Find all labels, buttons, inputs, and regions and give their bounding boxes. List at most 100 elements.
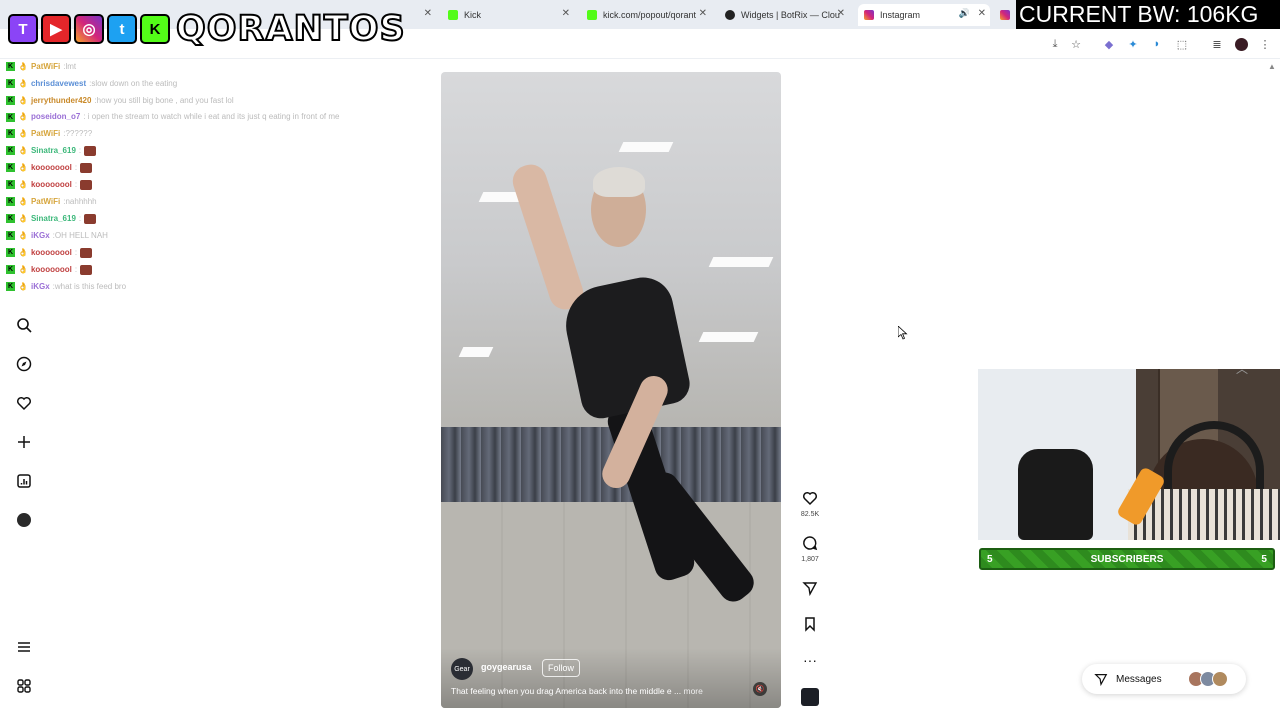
chat-text: lmt xyxy=(65,62,77,71)
hair xyxy=(593,167,645,197)
kick-badge-icon: K xyxy=(6,248,15,257)
kick-badge-icon: K xyxy=(6,129,15,138)
chat-username: koooooool xyxy=(30,265,72,274)
chat-message: K 👌 PatWiFi: ?????? xyxy=(6,125,346,142)
sub-count-right: 5 xyxy=(1261,553,1267,565)
ok-hand-badge-icon: 👌 xyxy=(18,248,28,257)
tab-close-icon[interactable]: ✕ xyxy=(837,8,845,19)
tab-label: Kick xyxy=(464,10,482,20)
reel-video[interactable]: Gear goygearusa Follow That feeling when… xyxy=(441,72,781,708)
author-username[interactable]: goygearusa xyxy=(481,662,532,672)
explore-icon[interactable] xyxy=(14,354,34,374)
screen: { "browser": { "tabs": [ {"label": "", "… xyxy=(0,0,1280,720)
ceiling-light xyxy=(618,142,674,152)
chat-message: K 👌 poseidon_o7: i open the stream to watc… xyxy=(6,109,346,125)
save-icon[interactable] xyxy=(800,614,820,634)
ok-hand-badge-icon: 👌 xyxy=(18,282,28,291)
tab-close-icon[interactable]: ✕ xyxy=(424,8,432,19)
kick-icon xyxy=(448,10,458,20)
scrollbar-up-arrow-icon[interactable]: ▲ xyxy=(1268,62,1276,71)
chat-text: ?????? xyxy=(65,129,93,138)
kick-badge-icon: K xyxy=(6,96,15,105)
kick-icon xyxy=(587,10,597,20)
tab-kick[interactable]: Kick ✕ xyxy=(448,4,574,26)
tab-instagram[interactable]: Instagram 🔊 ✕ xyxy=(858,4,990,26)
puzzle-icon[interactable]: ⬚ xyxy=(1175,37,1189,51)
also-from-meta-icon[interactable] xyxy=(14,676,34,696)
heart-icon[interactable] xyxy=(14,393,34,413)
tab-close-icon[interactable]: ✕ xyxy=(978,8,986,19)
chat-username: jerrythunder420 xyxy=(30,96,92,105)
chat-message: K 👌 Sinatra_619: xyxy=(6,210,346,227)
more-menu-icon[interactable] xyxy=(14,637,34,657)
emote-icon xyxy=(80,162,93,173)
menu-icon[interactable]: ⋮ xyxy=(1258,37,1272,51)
kick-badge-icon: K xyxy=(6,214,15,223)
create-icon[interactable] xyxy=(14,432,34,452)
raised-arm xyxy=(508,160,588,314)
extension-icon[interactable]: ◆ xyxy=(1102,37,1116,51)
chat-message: K 👌 Sinatra_619: xyxy=(6,142,346,159)
chat-text: i open the stream to watch while i eat a… xyxy=(87,112,340,121)
chat-username: koooooool xyxy=(30,248,72,257)
profile-avatar[interactable] xyxy=(1234,37,1248,51)
caption: That feeling when you drag America back … xyxy=(451,686,703,696)
tab-close-icon[interactable]: ✕ xyxy=(562,8,570,19)
more-options-icon[interactable]: ··· xyxy=(800,650,820,670)
chat-message: K 👌 PatWiFi: nahhhhh xyxy=(6,193,346,210)
chat-username: Sinatra_619 xyxy=(30,214,76,223)
tab-close-icon[interactable]: ✕ xyxy=(699,8,707,19)
kick-badge-icon: K xyxy=(6,231,15,240)
speaker-icon[interactable]: 🔊 xyxy=(959,8,970,19)
kick-badge-icon: K xyxy=(6,79,15,88)
tab-kick-popout[interactable]: kick.com/popout/qorant ✕ xyxy=(587,4,711,26)
profile-icon[interactable] xyxy=(14,510,34,530)
messages-button[interactable]: Messages xyxy=(1082,664,1246,694)
dashboard-icon[interactable] xyxy=(14,471,34,491)
chat-username: PatWiFi xyxy=(30,197,61,206)
ok-hand-badge-icon: 👌 xyxy=(18,112,28,121)
mouse-cursor-icon xyxy=(898,326,908,340)
comment-count: 1,807 xyxy=(801,556,819,563)
mute-icon[interactable]: 🔇 xyxy=(753,682,767,696)
chat-text: what is this feed bro xyxy=(54,282,127,291)
chat-text: slow down on the eating xyxy=(91,79,178,88)
like-icon[interactable] xyxy=(800,488,820,508)
ok-hand-badge-icon: 👌 xyxy=(18,214,28,223)
chat-username: poseidon_o7 xyxy=(30,112,81,121)
follow-button[interactable]: Follow xyxy=(542,659,581,677)
bookmark-star-icon[interactable]: ☆ xyxy=(1069,37,1083,51)
kick-badge-icon: K xyxy=(6,180,15,189)
share-icon[interactable] xyxy=(800,578,820,598)
twitch-icon: T xyxy=(8,14,38,44)
emote-icon xyxy=(80,264,93,275)
sidebar-icon[interactable]: ≣ xyxy=(1210,37,1224,51)
more-link[interactable]: more xyxy=(683,686,702,696)
emote-icon xyxy=(80,179,93,190)
chat-message: K 👌 koooooool: xyxy=(6,176,346,193)
instagram-icon xyxy=(1000,10,1010,20)
tab-instagram-2[interactable] xyxy=(1000,4,1014,26)
author-avatar[interactable]: Gear xyxy=(451,658,473,680)
install-icon[interactable]: ⤓ xyxy=(1048,37,1062,51)
ok-hand-badge-icon: 👌 xyxy=(18,62,28,71)
chat-separator: : xyxy=(74,265,78,274)
scroll-up-chevron-icon[interactable]: ︿ xyxy=(1236,360,1248,377)
send-icon xyxy=(1094,674,1108,686)
tab-label: kick.com/popout/qorant xyxy=(603,10,697,20)
comment-icon[interactable] xyxy=(800,533,820,553)
search-icon[interactable] xyxy=(14,315,34,335)
audio-thumbnail[interactable] xyxy=(800,687,820,707)
chat-username: iKGx xyxy=(30,282,50,291)
extension-icon[interactable]: ✦ xyxy=(1126,37,1140,51)
extension-icon[interactable]: ◗ xyxy=(1150,37,1164,51)
chat-separator: : xyxy=(74,163,78,172)
chat-message: K 👌 koooooool: xyxy=(6,261,346,278)
emote-icon xyxy=(80,247,93,258)
twitter-icon: t xyxy=(107,14,137,44)
tab-botrix[interactable]: Widgets | BotRix — Clou ✕ xyxy=(725,4,849,26)
video-footer-gradient xyxy=(441,648,781,708)
chat-username: chrisdavewest xyxy=(30,79,87,88)
chat-message: K 👌 PatWiFi: lmt xyxy=(6,58,346,75)
chat-text: how you still big bone , and you fast lo… xyxy=(96,96,234,105)
